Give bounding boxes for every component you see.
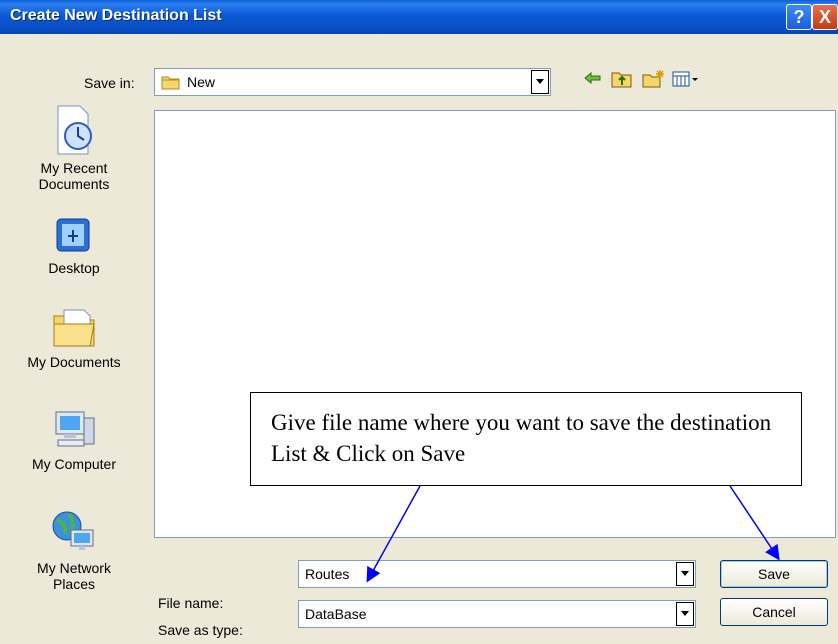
file-name-label: File name:	[158, 595, 224, 611]
my-documents-icon	[8, 302, 140, 350]
help-button[interactable]: ?	[786, 4, 812, 30]
my-computer-icon	[8, 408, 140, 452]
instruction-callout: Give file name where you want to save th…	[250, 392, 802, 486]
place-label: My Computer	[31, 456, 117, 472]
chevron-down-icon[interactable]	[676, 602, 694, 626]
save-as-type-dropdown[interactable]: DataBase	[298, 600, 696, 628]
cancel-button[interactable]: Cancel	[720, 598, 828, 626]
save-as-type-label: Save as type:	[158, 622, 243, 638]
window-title: Create New Destination List	[10, 7, 222, 24]
chevron-down-icon[interactable]	[676, 562, 694, 586]
place-desktop[interactable]: Desktop	[8, 216, 140, 276]
network-places-icon	[8, 508, 140, 556]
new-folder-icon[interactable]	[642, 70, 666, 91]
save-in-dropdown[interactable]: New	[154, 68, 551, 96]
place-network[interactable]: My Network Places	[8, 508, 140, 592]
place-label: My Documents	[27, 354, 121, 370]
place-my-computer[interactable]: My Computer	[8, 408, 140, 472]
place-label: My Recent Documents	[38, 160, 110, 192]
place-label: My Network Places	[37, 560, 111, 592]
close-button[interactable]: X	[812, 4, 838, 30]
folder-icon	[161, 74, 181, 93]
file-name-value: Routes	[305, 566, 350, 582]
save-in-label: Save in:	[84, 75, 135, 91]
save-in-value: New	[187, 74, 216, 90]
place-my-documents[interactable]: My Documents	[8, 302, 140, 370]
file-name-input[interactable]: Routes	[298, 560, 696, 588]
title-bar: Create New Destination List ? X	[0, 0, 838, 34]
views-menu-icon[interactable]	[672, 70, 698, 91]
places-bar: My Recent Documents Desktop My Documents…	[8, 104, 140, 636]
save-as-type-value: DataBase	[305, 606, 367, 622]
save-button[interactable]: Save	[720, 560, 828, 588]
place-recent-documents[interactable]: My Recent Documents	[8, 104, 140, 192]
back-icon[interactable]	[583, 70, 603, 89]
place-label: Desktop	[48, 260, 100, 276]
recent-documents-icon	[8, 104, 140, 156]
desktop-icon	[8, 216, 140, 256]
up-folder-icon[interactable]	[611, 70, 633, 91]
chevron-down-icon[interactable]	[531, 70, 549, 94]
